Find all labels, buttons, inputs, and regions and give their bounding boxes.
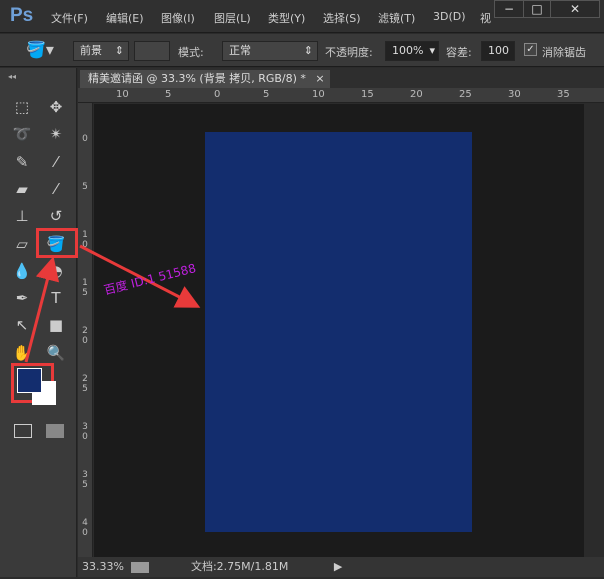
- screen-mode-icon[interactable]: [46, 424, 64, 438]
- quick-mask-icon[interactable]: [14, 424, 32, 438]
- annotation-arrows: [24, 244, 201, 363]
- foreground-color-swatch[interactable]: [17, 368, 42, 393]
- arrow-to-bucket: [24, 256, 60, 363]
